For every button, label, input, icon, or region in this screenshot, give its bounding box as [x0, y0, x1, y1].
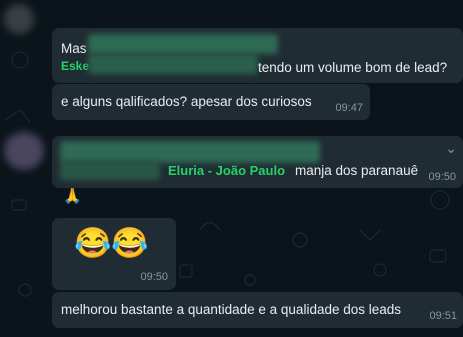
- redacted-region: [88, 54, 258, 74]
- message-time: 09:50: [428, 171, 456, 183]
- message-time: 09:47: [335, 102, 363, 114]
- message-bubble[interactable]: Mas Eske tendo um volume bom de lead?: [52, 28, 463, 83]
- message-bubble[interactable]: ⌄ Eluria - João Paulo manja dos paranauê…: [52, 136, 463, 188]
- message-bubble[interactable]: e alguns qalificados? apesar dos curioso…: [52, 84, 370, 120]
- message-bubble[interactable]: melhorou bastante a quantidade e a quali…: [52, 292, 463, 328]
- emoji-message: 😂😂: [74, 227, 149, 260]
- reaction-emoji[interactable]: 🙏: [63, 187, 82, 205]
- message-text: tendo um volume bom de lead?: [258, 60, 448, 75]
- message-text: manja dos paranauê: [295, 163, 419, 178]
- message-author[interactable]: Eluria - João Paulo: [168, 162, 285, 180]
- message-text: e alguns qalificados? apesar dos curioso…: [61, 94, 312, 109]
- quoted-text-prefix: Mas: [61, 41, 87, 56]
- chevron-down-icon[interactable]: ⌄: [445, 139, 457, 157]
- message-time: 09:50: [140, 271, 168, 283]
- message-bubble[interactable]: 😂😂 09:50: [52, 218, 176, 290]
- avatar[interactable]: [4, 132, 44, 170]
- message-text: melhorou bastante a quantidade e a quali…: [61, 302, 402, 317]
- redacted-region: [88, 34, 278, 54]
- message-time: 09:51: [429, 310, 457, 322]
- quoted-author: Eske: [61, 59, 90, 73]
- redacted-region: [60, 160, 160, 180]
- avatar[interactable]: [4, 4, 34, 34]
